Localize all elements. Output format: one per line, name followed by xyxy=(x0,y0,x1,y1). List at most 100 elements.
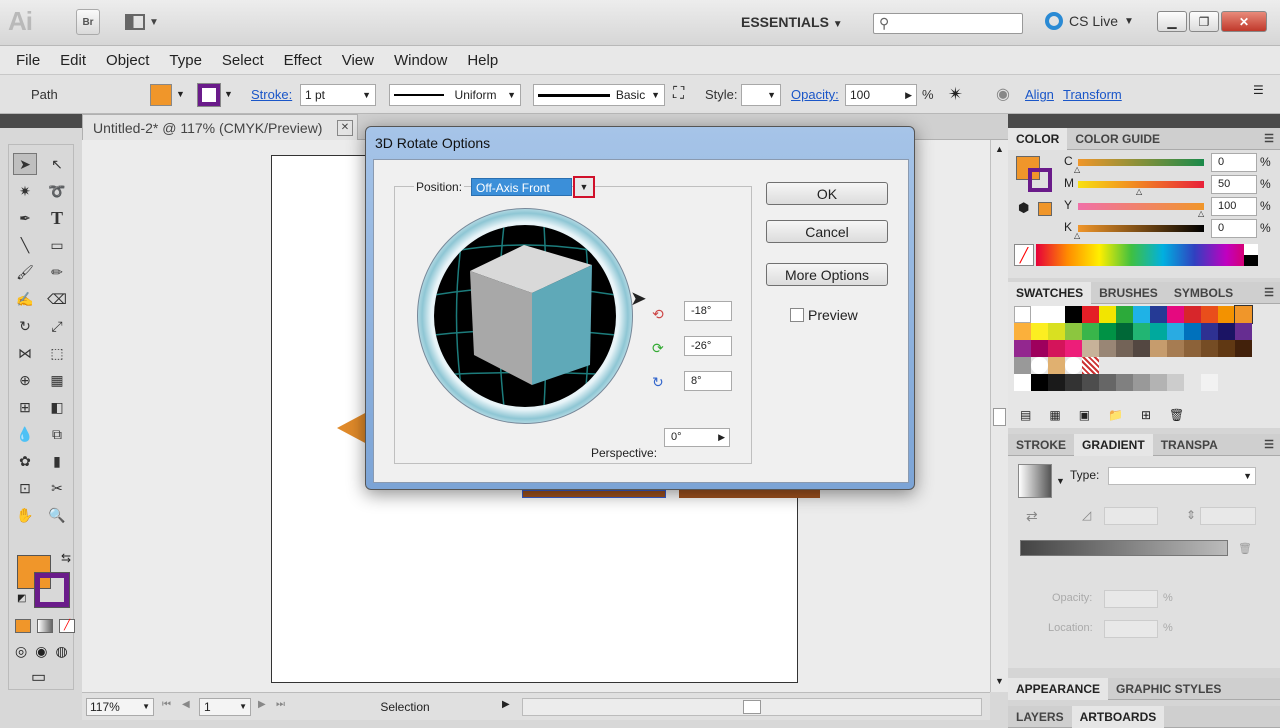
reverse-gradient-icon[interactable]: ⇄ xyxy=(1026,508,1038,525)
zoom-tool-icon[interactable]: 🔍 xyxy=(45,504,69,526)
lasso-tool-icon[interactable]: ➰ xyxy=(45,180,69,202)
pencil-tool-icon[interactable]: ✏ xyxy=(45,261,69,283)
menu-object[interactable]: Object xyxy=(106,52,149,69)
none-mode-icon[interactable]: ╱ xyxy=(59,619,75,633)
free-transform-tool-icon[interactable]: ⬚ xyxy=(45,342,69,364)
menu-select[interactable]: Select xyxy=(222,52,264,69)
color-mode-icon[interactable] xyxy=(15,619,31,633)
yellow-value[interactable]: 100 xyxy=(1211,197,1257,216)
tab-gradient[interactable]: GRADIENT xyxy=(1074,433,1153,456)
last-artboard-icon[interactable]: ⏭ xyxy=(276,699,285,710)
menu-window[interactable]: Window xyxy=(394,52,447,69)
opacity-field[interactable]: 100 ▶ xyxy=(845,84,917,106)
more-options-button[interactable]: More Options xyxy=(766,263,888,286)
scrollbar-thumb[interactable] xyxy=(993,408,1006,426)
chevron-down-icon[interactable]: ▼ xyxy=(224,89,233,99)
default-colors-icon[interactable]: ◩ xyxy=(17,593,26,604)
eraser-tool-icon[interactable]: ⌫ xyxy=(45,288,69,310)
y-angle-field[interactable]: -26° xyxy=(684,336,732,356)
black-swatch[interactable] xyxy=(1244,255,1258,266)
tab-symbols[interactable]: SYMBOLS xyxy=(1166,282,1241,304)
track-cube-sphere[interactable] xyxy=(434,225,616,407)
type-tool-icon[interactable]: T xyxy=(45,207,69,229)
status-menu-icon[interactable]: ▶ xyxy=(502,699,510,710)
eyedropper-tool-icon[interactable]: 💧 xyxy=(13,423,37,445)
horizontal-scrollbar[interactable] xyxy=(522,698,982,716)
menu-file[interactable]: File xyxy=(16,52,40,69)
chevron-down-icon[interactable]: ▼ xyxy=(1056,476,1065,486)
tab-appearance[interactable]: APPEARANCE xyxy=(1008,677,1109,700)
position-dropdown-button[interactable]: ▼ xyxy=(573,176,595,198)
arrange-documents-button[interactable]: ▼ xyxy=(120,9,164,35)
cs-live-button[interactable]: CS Live ▼ xyxy=(1045,12,1134,30)
new-swatch-icon[interactable]: ⊞ xyxy=(1141,408,1151,422)
position-select[interactable]: Off-Axis Front xyxy=(471,178,572,196)
menu-help[interactable]: Help xyxy=(467,52,498,69)
out-of-gamut-icon[interactable]: ⬢ xyxy=(1018,200,1029,216)
menu-view[interactable]: View xyxy=(342,52,374,69)
tab-graphic-styles[interactable]: GRAPHIC STYLES xyxy=(1108,678,1229,700)
slider-thumb-icon[interactable]: △ xyxy=(1074,165,1080,174)
recolor-artwork-icon[interactable]: ◉ xyxy=(996,84,1010,104)
swatch-libraries-icon[interactable]: ▤ xyxy=(1020,408,1031,422)
zoom-field[interactable]: 117% ▼ xyxy=(86,698,154,716)
width-tool-icon[interactable]: ⋈ xyxy=(13,342,37,364)
rotate-tool-icon[interactable]: ↻ xyxy=(13,315,37,337)
blob-brush-tool-icon[interactable]: ✍ xyxy=(13,288,37,310)
delete-swatch-icon[interactable]: 🗑 xyxy=(1169,408,1184,422)
hand-tool-icon[interactable]: ✋ xyxy=(13,504,37,526)
color-stroke-swatch[interactable] xyxy=(1028,168,1052,192)
stroke-color-swatch[interactable] xyxy=(34,572,70,608)
slider-thumb-icon[interactable]: △ xyxy=(1198,209,1204,218)
gradient-preview[interactable] xyxy=(1018,464,1052,498)
black-value[interactable]: 0 xyxy=(1211,219,1257,238)
gradient-aspect-field[interactable] xyxy=(1200,507,1256,525)
scroll-down-icon[interactable]: ▼ xyxy=(995,676,1004,686)
slice-tool-icon[interactable]: ✂ xyxy=(45,477,69,499)
stroke-weight-field[interactable]: 1 pt ▼ xyxy=(300,84,376,106)
cyan-value[interactable]: 0 xyxy=(1211,153,1257,172)
brush-definition[interactable]: Basic ▼ xyxy=(533,84,665,106)
artboard-number-field[interactable]: 1 ▼ xyxy=(199,698,251,716)
selected-path-shape[interactable] xyxy=(522,490,666,498)
workspace-switcher[interactable]: ESSENTIALS ▼ xyxy=(741,14,843,30)
ok-button[interactable]: OK xyxy=(766,182,888,205)
menu-type[interactable]: Type xyxy=(169,52,202,69)
shape-builder-tool-icon[interactable]: ⊕ xyxy=(13,369,37,391)
none-color-icon[interactable]: ╱ xyxy=(1014,244,1034,266)
white-swatch[interactable] xyxy=(1244,244,1258,255)
delete-stop-icon[interactable]: 🗑 xyxy=(1238,542,1252,555)
magic-wand-icon[interactable]: ✴ xyxy=(948,84,963,105)
previous-artboard-icon[interactable]: ◀ xyxy=(182,699,190,710)
tools-panel-header[interactable] xyxy=(0,114,82,128)
tab-layers[interactable]: LAYERS xyxy=(1008,706,1072,728)
tab-artboards[interactable]: ARTBOARDS xyxy=(1071,705,1165,728)
tab-brushes[interactable]: BRUSHES xyxy=(1091,282,1166,304)
x-angle-field[interactable]: -18° xyxy=(684,301,732,321)
tab-color[interactable]: COLOR xyxy=(1008,127,1068,150)
track-cube-ring[interactable] xyxy=(417,208,633,424)
stroke-swatch[interactable] xyxy=(197,83,221,107)
align-link[interactable]: Align xyxy=(1025,87,1054,102)
bridge-button[interactable]: Br xyxy=(76,9,100,35)
slider-thumb-icon[interactable]: △ xyxy=(1074,231,1080,240)
status-mode[interactable]: Selection xyxy=(296,697,514,717)
rectangle-tool-icon[interactable]: ▭ xyxy=(45,234,69,256)
swatch-kind-icon[interactable]: ▦ xyxy=(1049,408,1060,422)
variable-width-profile[interactable]: Uniform ▼ xyxy=(389,84,521,106)
swatch-options-icon[interactable]: ▣ xyxy=(1079,408,1090,422)
fill-swatch[interactable] xyxy=(150,84,172,106)
tab-color-guide[interactable]: COLOR GUIDE xyxy=(1067,128,1168,150)
transform-link[interactable]: Transform xyxy=(1063,87,1122,102)
orange-bar-shape[interactable] xyxy=(679,490,820,498)
direct-selection-tool-icon[interactable]: ↖ xyxy=(45,153,69,175)
line-tool-icon[interactable]: ╲ xyxy=(13,234,37,256)
column-graph-tool-icon[interactable]: ▮ xyxy=(45,450,69,472)
scroll-up-icon[interactable]: ▲ xyxy=(995,144,1004,154)
maximize-button[interactable]: ❐ xyxy=(1189,11,1219,32)
close-document-icon[interactable]: ✕ xyxy=(337,120,353,136)
scrollbar-thumb[interactable] xyxy=(743,700,761,714)
symbol-sprayer-tool-icon[interactable]: ✿ xyxy=(13,450,37,472)
draw-behind-icon[interactable]: ◉ xyxy=(35,643,47,660)
draw-inside-icon[interactable]: ◍ xyxy=(55,643,67,660)
